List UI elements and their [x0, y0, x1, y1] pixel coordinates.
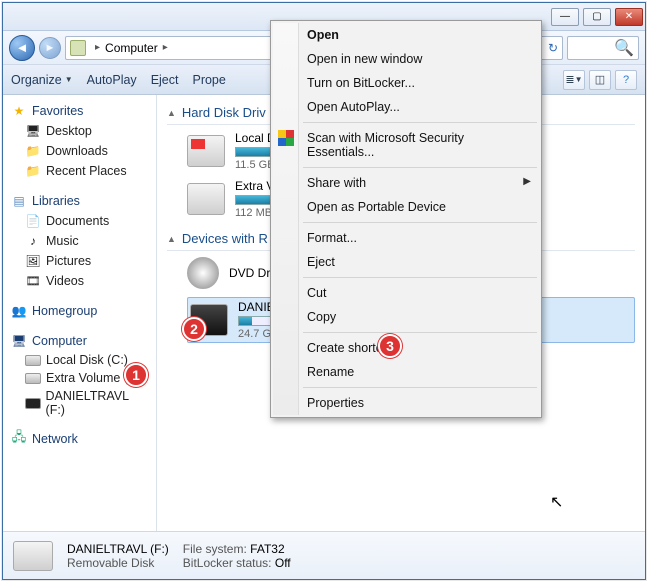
disk-icon [25, 373, 41, 384]
maximize-button[interactable]: ▢ [583, 8, 611, 26]
libraries-icon: ▤ [11, 193, 27, 209]
sidebar-item-videos[interactable]: 🎞Videos [5, 271, 154, 291]
videos-icon: 🎞 [25, 273, 41, 289]
sidebar-item-pictures[interactable]: 🖼Pictures [5, 251, 154, 271]
ctx-bitlocker[interactable]: Turn on BitLocker... [273, 71, 539, 95]
properties-button-truncated[interactable]: Prope [192, 73, 225, 87]
annotation-2: 2 [182, 317, 206, 341]
sidebar-item-downloads[interactable]: 📁Downloads [5, 141, 154, 161]
pictures-icon: 🖼 [25, 253, 41, 269]
disk-icon [25, 398, 41, 409]
ctx-eject[interactable]: Eject [273, 250, 539, 274]
network-icon: 🖧 [11, 431, 27, 447]
filesystem-value: FAT32 [250, 542, 284, 556]
filesystem-label: File system: [183, 542, 247, 556]
ctx-cut[interactable]: Cut [273, 281, 539, 305]
ctx-create-shortcut[interactable]: Create shortcut [273, 336, 539, 360]
homegroup-header[interactable]: 👥Homegroup [5, 301, 154, 321]
breadcrumb-computer[interactable]: Computer [105, 41, 158, 55]
shield-icon [278, 130, 294, 146]
preview-pane-button[interactable]: ◫ [589, 70, 611, 90]
chevron-right-icon[interactable]: ▸ [158, 42, 173, 53]
back-button[interactable]: ◄ [9, 35, 35, 61]
ctx-copy[interactable]: Copy [273, 305, 539, 329]
folder-icon: 📁 [25, 163, 41, 179]
favorites-header[interactable]: ★Favorites [5, 101, 154, 121]
navigation-pane: ★Favorites 🖥Desktop 📁Downloads 📁Recent P… [3, 95, 157, 531]
music-icon: ♪ [25, 233, 41, 249]
autoplay-button[interactable]: AutoPlay [87, 73, 137, 87]
disk-icon [25, 355, 41, 366]
ctx-portable-device[interactable]: Open as Portable Device [273, 195, 539, 219]
computer-icon: 🖥 [11, 333, 27, 349]
document-icon: 📄 [25, 213, 41, 229]
drive-label: DVD Dri [229, 266, 273, 280]
sidebar-item-computer[interactable]: 🖥Computer [5, 331, 154, 351]
sidebar-item-danieltravl-f[interactable]: DANIELTRAVL (F:) [5, 387, 154, 419]
ctx-open-new-window[interactable]: Open in new window [273, 47, 539, 71]
dvd-icon [187, 257, 219, 289]
context-menu: Open Open in new window Turn on BitLocke… [270, 20, 542, 418]
collapse-icon: ▲ [167, 234, 176, 244]
network-header[interactable]: 🖧Network [5, 429, 154, 449]
ctx-rename[interactable]: Rename [273, 360, 539, 384]
ctx-properties[interactable]: Properties [273, 391, 539, 415]
help-button[interactable]: ? [615, 70, 637, 90]
sidebar-item-recent[interactable]: 📁Recent Places [5, 161, 154, 181]
ctx-scan-mse[interactable]: Scan with Microsoft Security Essentials.… [273, 126, 539, 164]
homegroup-icon: 👥 [11, 303, 27, 319]
drive-icon [187, 135, 225, 167]
sidebar-item-documents[interactable]: 📄Documents [5, 211, 154, 231]
eject-button[interactable]: Eject [151, 73, 179, 87]
forward-button[interactable]: ► [39, 37, 61, 59]
chevron-right-icon[interactable]: ▸ [90, 42, 105, 53]
bitlocker-value: Off [275, 556, 291, 570]
view-options-button[interactable]: ≣▼ [563, 70, 585, 90]
sidebar-item-desktop[interactable]: 🖥Desktop [5, 121, 154, 141]
ctx-share-with[interactable]: Share with▶ [273, 171, 539, 195]
annotation-1: 1 [124, 363, 148, 387]
collapse-icon: ▲ [167, 108, 176, 118]
folder-icon: 📁 [25, 143, 41, 159]
search-icon: 🔍 [614, 38, 634, 58]
organize-menu[interactable]: Organize▼ [11, 73, 73, 87]
ctx-format[interactable]: Format... [273, 226, 539, 250]
refresh-icon[interactable]: ↻ [548, 41, 558, 55]
cursor-icon: ↖ [550, 492, 563, 512]
details-pane: DANIELTRAVL (F:) Removable Disk File sys… [3, 531, 645, 579]
search-input[interactable]: 🔍 [567, 36, 639, 60]
drive-icon [187, 183, 225, 215]
minimize-button[interactable]: — [551, 8, 579, 26]
ctx-autoplay[interactable]: Open AutoPlay... [273, 95, 539, 119]
star-icon: ★ [11, 103, 27, 119]
sidebar-item-music[interactable]: ♪Music [5, 231, 154, 251]
bitlocker-label: BitLocker status: [183, 556, 272, 570]
close-button[interactable]: ✕ [615, 8, 643, 26]
submenu-arrow-icon: ▶ [523, 176, 531, 187]
computer-icon [70, 40, 86, 56]
desktop-icon: 🖥 [25, 123, 41, 139]
ctx-open[interactable]: Open [273, 23, 539, 47]
selected-drive-type: Removable Disk [67, 556, 169, 570]
libraries-header[interactable]: ▤Libraries [5, 191, 154, 211]
drive-icon [13, 541, 53, 571]
annotation-3: 3 [378, 334, 402, 358]
selected-drive-name: DANIELTRAVL (F:) [67, 542, 169, 556]
